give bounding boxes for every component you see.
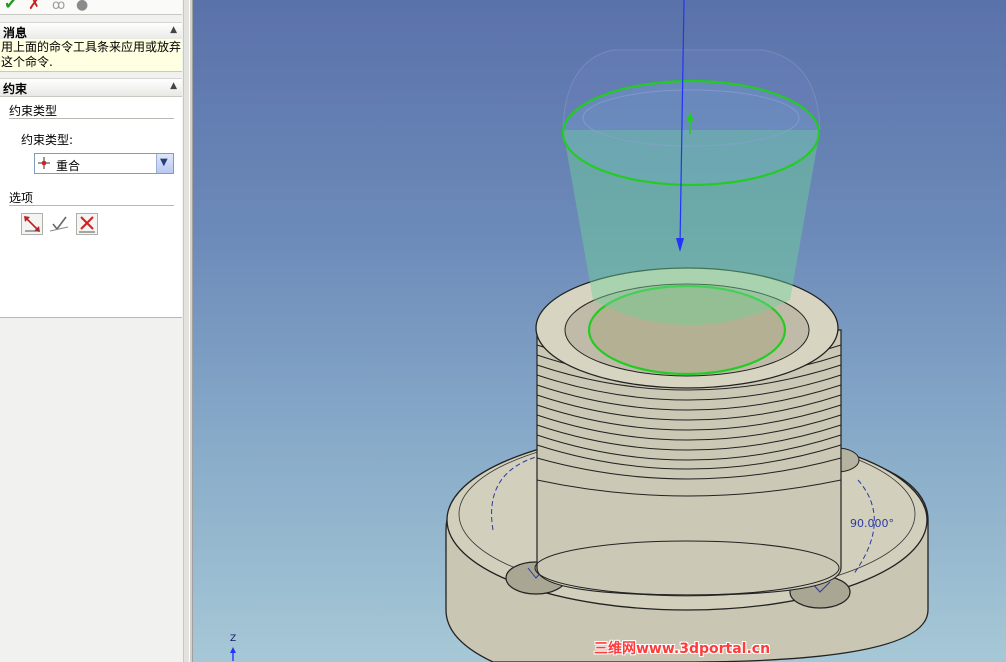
constraint-type-value: 重合 [56, 159, 81, 173]
property-manager: ✔ ✗ ꝏ ● 消息 ▲ 用上面的命令工具条来应用或放弃 这个命令. 约束 ▲ … [0, 0, 190, 662]
accept-icon[interactable] [48, 213, 70, 235]
message-line-1: 用上面的命令工具条来应用或放弃 [1, 40, 182, 54]
highlighted-bushing-edge [561, 79, 821, 187]
divider [9, 205, 174, 206]
close-icon[interactable]: ✗ [28, 0, 41, 13]
angle-readout: 90.000° [850, 517, 894, 530]
chevron-down-icon[interactable]: ▼ [156, 154, 173, 173]
constraint-type-label: 约束类型: [21, 133, 74, 147]
coincident-icon [38, 157, 50, 169]
message-box: 用上面的命令工具条来应用或放弃 这个命令. [0, 39, 182, 72]
message-line-2: 这个命令. [1, 55, 53, 69]
constraint-section-title: 约束 [3, 82, 28, 96]
remove-constraint-icon[interactable] [76, 213, 98, 235]
collapse-caret-icon[interactable]: ▲ [170, 25, 177, 35]
divider [9, 118, 174, 119]
watermark-text: 三维网www.3dportal.cn [594, 641, 771, 657]
constraint-type-select[interactable]: 重合 ▼ [34, 153, 174, 174]
help-icon[interactable]: ● [76, 0, 88, 14]
message-text: 用上面的命令工具条来应用或放弃 这个命令. [1, 40, 181, 70]
part-model: 90.000° [445, 0, 929, 662]
flip-direction-icon[interactable] [21, 213, 43, 235]
constraint-section-header[interactable]: 约束 ▲ [0, 78, 182, 97]
checkmark-icon[interactable]: ✔ [4, 0, 17, 13]
triad-z-label: Z [230, 634, 237, 644]
options-group-title: 选项 [9, 191, 34, 205]
graphics-viewport[interactable]: 90.000° Z [193, 0, 1006, 662]
preview-icon[interactable]: ꝏ [52, 0, 65, 15]
constraint-type-group-title: 约束类型 [9, 104, 58, 118]
command-toolbar: ✔ ✗ ꝏ ● [0, 0, 182, 15]
collapse-caret-icon[interactable]: ▲ [170, 81, 177, 91]
